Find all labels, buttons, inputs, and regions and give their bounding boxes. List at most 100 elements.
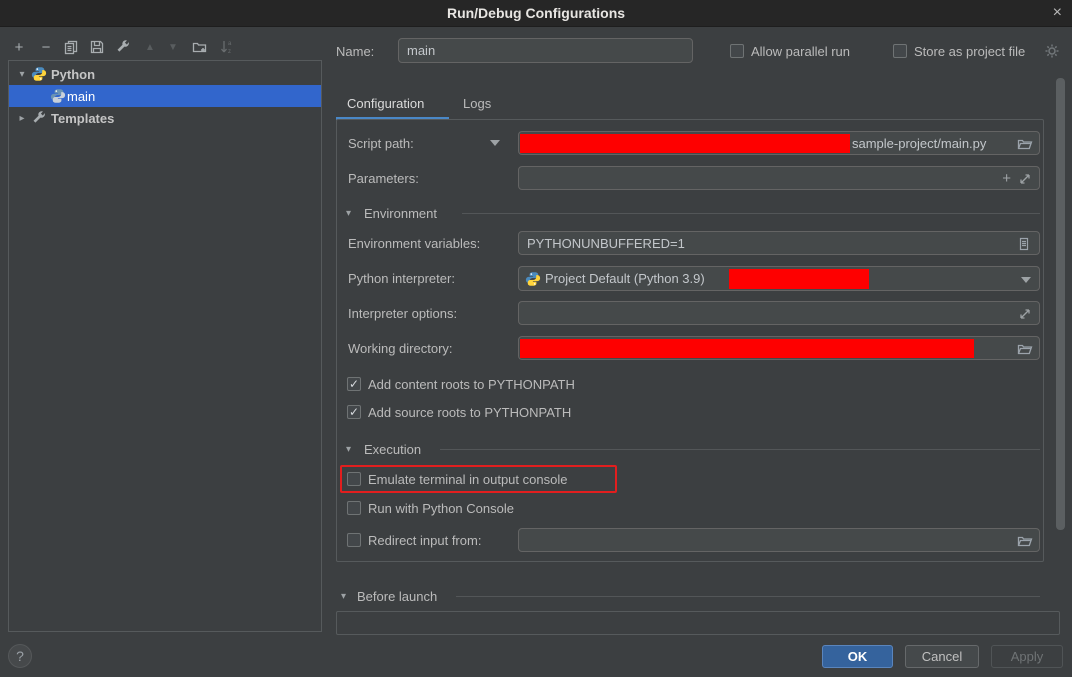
store-as-project-file-checkbox[interactable] — [893, 44, 907, 58]
save-icon — [89, 39, 105, 55]
tree-item-label: Python — [51, 67, 95, 82]
new-folder-icon — [192, 39, 208, 55]
move-down-button[interactable]: ▼ — [164, 38, 182, 56]
copy-configuration-button[interactable] — [62, 38, 80, 56]
folder-icon[interactable] — [1017, 533, 1033, 549]
svg-text:z: z — [228, 49, 231, 55]
working-directory-label: Working directory: — [348, 341, 453, 356]
tree-item-main[interactable]: main — [9, 85, 321, 107]
sort-configurations-button[interactable]: az — [218, 38, 236, 56]
python-icon — [31, 66, 47, 82]
interpreter-options-label: Interpreter options: — [348, 306, 457, 321]
script-path-type-dropdown-icon[interactable] — [490, 140, 500, 146]
wrench-icon — [31, 110, 47, 126]
parameters-label: Parameters: — [348, 171, 419, 186]
execution-section-label: Execution — [364, 442, 421, 457]
emulate-terminal-label: Emulate terminal in output console — [368, 472, 567, 487]
before-launch-section-label: Before launch — [357, 589, 437, 604]
copy-icon — [63, 39, 79, 55]
python-interpreter-label: Python interpreter: — [348, 271, 455, 286]
execution-section-chevron[interactable]: ▾ — [346, 444, 351, 455]
env-variables-input[interactable]: PYTHONUNBUFFERED=1 — [518, 231, 1040, 255]
dropdown-arrow-icon[interactable] — [1021, 277, 1031, 283]
interpreter-options-input[interactable] — [518, 301, 1040, 325]
save-configuration-button[interactable] — [88, 38, 106, 56]
add-source-roots-label: Add source roots to PYTHONPATH — [368, 405, 571, 420]
help-button[interactable]: ? — [8, 644, 32, 668]
parameters-input[interactable]: + — [518, 166, 1040, 190]
section-divider — [462, 213, 1040, 214]
expand-icon[interactable] — [1018, 307, 1032, 321]
browse-variables-icon[interactable] — [1016, 236, 1032, 252]
tree-item-templates[interactable]: ▸ Templates — [9, 107, 321, 129]
arrow-up-icon: ▲ — [145, 42, 155, 53]
ok-button[interactable]: OK — [822, 645, 893, 668]
remove-configuration-button[interactable]: − — [37, 38, 55, 56]
section-divider — [440, 449, 1040, 450]
allow-parallel-run-label: Allow parallel run — [751, 44, 850, 59]
section-divider — [456, 596, 1040, 597]
script-path-input[interactable]: sample-project/main.py — [518, 131, 1040, 155]
python-icon — [525, 271, 541, 287]
add-configuration-button[interactable]: + — [10, 38, 28, 56]
minus-icon: − — [42, 39, 51, 56]
configurations-tree: ▾ Python main ▸ Templates — [8, 60, 322, 632]
allow-parallel-run-checkbox[interactable] — [730, 44, 744, 58]
before-launch-task-list[interactable] — [336, 611, 1060, 635]
name-input[interactable]: main — [398, 38, 693, 63]
run-python-console-label: Run with Python Console — [368, 501, 514, 516]
move-up-button[interactable]: ▲ — [141, 38, 159, 56]
working-directory-input[interactable] — [518, 336, 1040, 360]
store-as-project-file-label: Store as project file — [914, 44, 1025, 59]
plus-icon: + — [15, 39, 24, 56]
run-debug-configurations-dialog: Run/Debug Configurations × + − ▲ ▼ az ▾ … — [0, 0, 1072, 677]
apply-button[interactable]: Apply — [991, 645, 1063, 668]
edit-templates-button[interactable] — [114, 38, 132, 56]
emulate-terminal-checkbox[interactable] — [347, 472, 361, 486]
tab-logs[interactable]: Logs — [463, 96, 491, 111]
environment-section-label: Environment — [364, 206, 437, 221]
run-python-console-checkbox[interactable] — [347, 501, 361, 515]
env-variables-label: Environment variables: — [348, 236, 480, 251]
redirect-input-field[interactable] — [518, 528, 1040, 552]
svg-text:a: a — [228, 41, 232, 47]
tree-item-label: Templates — [51, 111, 114, 126]
env-variables-value: PYTHONUNBUFFERED=1 — [527, 232, 685, 256]
dialog-title: Run/Debug Configurations — [447, 5, 625, 21]
environment-section-chevron[interactable]: ▾ — [346, 208, 351, 219]
tree-item-python[interactable]: ▾ Python — [9, 63, 321, 85]
script-path-label: Script path: — [348, 136, 414, 151]
python-interpreter-select[interactable]: Project Default (Python 3.9) — [518, 266, 1040, 291]
before-launch-section-chevron[interactable]: ▾ — [341, 591, 346, 602]
chevron-down-icon[interactable]: ▾ — [15, 69, 29, 80]
redaction-box — [520, 339, 974, 358]
tab-configuration[interactable]: Configuration — [347, 96, 424, 111]
new-folder-button[interactable] — [191, 38, 209, 56]
vertical-scrollbar-thumb[interactable] — [1056, 78, 1065, 530]
folder-icon[interactable] — [1017, 341, 1033, 357]
redirect-input-checkbox[interactable] — [347, 533, 361, 547]
python-icon — [50, 88, 66, 104]
chevron-right-icon[interactable]: ▸ — [15, 113, 29, 124]
redaction-box — [520, 134, 850, 153]
name-value: main — [407, 39, 435, 63]
sort-az-icon: az — [219, 39, 235, 55]
script-path-value: sample-project/main.py — [852, 132, 986, 156]
redirect-input-label: Redirect input from: — [368, 533, 481, 548]
dialog-titlebar: Run/Debug Configurations × — [0, 0, 1072, 27]
expand-icon[interactable] — [1018, 172, 1032, 186]
name-label: Name: — [336, 44, 374, 59]
add-content-roots-checkbox[interactable] — [347, 377, 361, 391]
gear-icon[interactable] — [1044, 43, 1060, 59]
add-macro-icon[interactable]: + — [1002, 171, 1011, 186]
python-interpreter-value: Project Default (Python 3.9) — [545, 267, 705, 291]
wrench-icon — [115, 39, 131, 55]
close-icon[interactable]: × — [1053, 3, 1062, 23]
redaction-box — [729, 269, 869, 289]
tree-item-label: main — [67, 89, 95, 104]
cancel-button[interactable]: Cancel — [905, 645, 979, 668]
folder-icon[interactable] — [1017, 136, 1033, 152]
arrow-down-icon: ▼ — [168, 42, 178, 53]
add-content-roots-label: Add content roots to PYTHONPATH — [368, 377, 575, 392]
add-source-roots-checkbox[interactable] — [347, 405, 361, 419]
